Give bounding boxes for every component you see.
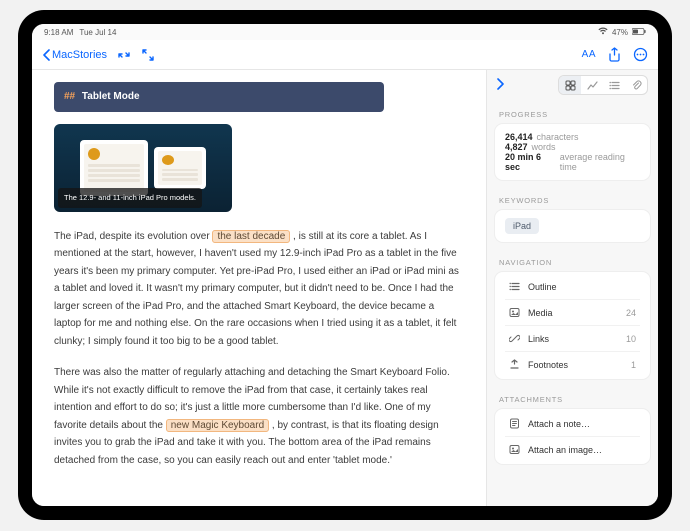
char-count: 26,414 — [505, 132, 533, 142]
section-label-attachments: ATTACHMENTS — [487, 385, 658, 409]
heading-text: Tablet Mode — [82, 91, 140, 102]
keyword-tag[interactable]: iPad — [505, 218, 539, 234]
back-button[interactable]: MacStories — [42, 49, 107, 61]
seg-dashboard-icon[interactable] — [559, 76, 581, 94]
attachments-card: Attach a note… Attach an image… — [495, 409, 650, 464]
word-count: 4,827 — [505, 142, 528, 152]
back-label: MacStories — [52, 49, 107, 61]
screen: 9:18 AM Tue Jul 14 47% MacStories — [32, 24, 658, 506]
status-time: 9:18 AM — [44, 28, 73, 37]
toolbar: MacStories AA — [32, 40, 658, 70]
media-count: 24 — [626, 308, 636, 318]
expand-icon[interactable] — [141, 48, 155, 62]
status-bar: 9:18 AM Tue Jul 14 47% — [32, 24, 658, 40]
links-count: 10 — [626, 334, 636, 344]
footnote-icon — [509, 359, 520, 370]
keywords-card: iPad — [495, 210, 650, 242]
media-icon — [509, 307, 520, 318]
editor-area[interactable]: ## Tablet Mode The 12.9- and 11-inch iPa… — [32, 70, 486, 506]
share-icon[interactable] — [608, 47, 621, 62]
section-label-keywords: KEYWORDS — [487, 186, 658, 210]
inspector-collapse-icon[interactable] — [497, 78, 505, 92]
footnotes-count: 1 — [631, 360, 636, 370]
highlight-link[interactable]: the last decade — [212, 230, 290, 243]
nav-links[interactable]: Links 10 — [505, 326, 640, 352]
progress-card: 26,414characters 4,827words 20 min 6 sec… — [495, 124, 650, 180]
seg-attach-icon[interactable] — [625, 76, 647, 94]
paragraph[interactable]: The iPad, despite its evolution over the… — [54, 228, 464, 351]
battery-icon — [632, 28, 646, 37]
collapse-icon[interactable] — [117, 48, 131, 62]
inspector-mode-toggle[interactable] — [558, 75, 648, 95]
nav-footnotes[interactable]: Footnotes 1 — [505, 352, 640, 377]
wifi-icon — [598, 27, 608, 37]
section-heading[interactable]: ## Tablet Mode — [54, 82, 384, 112]
link-icon — [509, 333, 520, 344]
status-date: Tue Jul 14 — [79, 28, 116, 37]
seg-list-icon[interactable] — [603, 76, 625, 94]
figure-caption: The 12.9- and 11-inch iPad Pro models. — [58, 188, 202, 207]
section-label-navigation: NAVIGATION — [487, 248, 658, 272]
heading-marker: ## — [64, 91, 75, 102]
nav-media[interactable]: Media 24 — [505, 300, 640, 326]
image-icon — [509, 444, 520, 455]
outline-icon — [509, 281, 520, 292]
attach-image-button[interactable]: Attach an image… — [505, 437, 640, 462]
inspector-panel: PROGRESS 26,414characters 4,827words 20 … — [486, 70, 658, 506]
navigation-card: Outline Media 24 Links 10 Footnotes — [495, 272, 650, 379]
attach-note-button[interactable]: Attach a note… — [505, 411, 640, 437]
status-battery: 47% — [612, 28, 628, 37]
more-icon[interactable] — [633, 47, 648, 62]
text-appearance-button[interactable]: AA — [582, 49, 596, 60]
paragraph[interactable]: There was also the matter of regularly a… — [54, 364, 464, 469]
nav-outline[interactable]: Outline — [505, 274, 640, 300]
scroll-fade — [32, 474, 486, 506]
read-time: 20 min 6 sec — [505, 152, 556, 172]
highlight-link[interactable]: new Magic Keyboard — [166, 419, 269, 432]
seg-stats-icon[interactable] — [581, 76, 603, 94]
figure[interactable]: The 12.9- and 11-inch iPad Pro models. — [54, 124, 232, 212]
note-icon — [509, 418, 520, 429]
ipad-frame: 9:18 AM Tue Jul 14 47% MacStories — [18, 10, 672, 520]
section-label-progress: PROGRESS — [487, 100, 658, 124]
